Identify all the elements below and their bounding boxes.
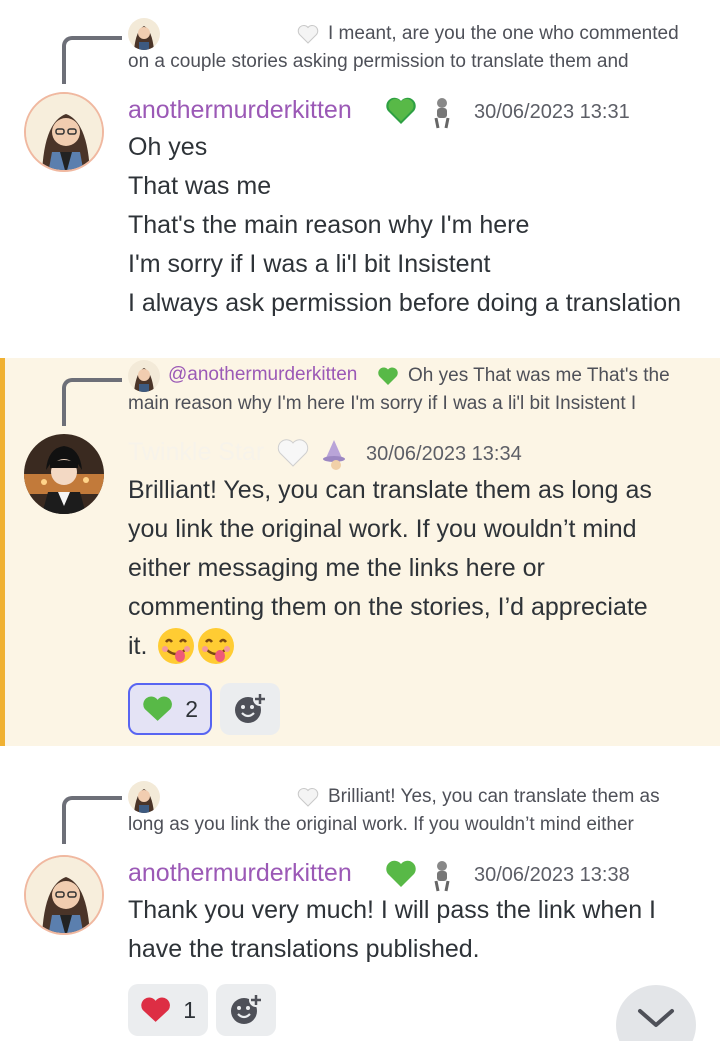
message-timestamp: 30/06/2023 13:31 xyxy=(474,101,630,123)
avatar[interactable] xyxy=(24,92,104,172)
chevron-down-icon xyxy=(638,1009,674,1027)
message-line: Brilliant! Yes, you can translate them a… xyxy=(128,476,652,504)
reaction-green-heart[interactable]: 2 xyxy=(128,683,212,735)
green-heart-icon xyxy=(386,860,416,887)
message-line: either messaging me the links here or xyxy=(128,554,545,582)
reaction-red-heart[interactable]: 1 xyxy=(128,984,208,1036)
message-timestamp: 30/06/2023 13:38 xyxy=(474,864,630,886)
add-reaction-button[interactable] xyxy=(216,984,276,1036)
wizard-icon xyxy=(323,440,345,470)
message-author[interactable]: anothermurderkitten xyxy=(128,96,352,125)
reaction-count: 2 xyxy=(185,695,198,722)
message-line: it. xyxy=(128,632,148,660)
message-line: Oh yes xyxy=(128,133,208,161)
skull-figure-icon xyxy=(434,861,450,892)
message-3[interactable]: Brilliant! Yes, you can translate them a… xyxy=(0,750,720,1041)
message-2-highlighted[interactable]: @anothermurderkitten Oh yes That was me … xyxy=(0,358,720,746)
message-line: Thank you very much! I will pass the lin… xyxy=(128,896,657,924)
message-line: you link the original work. If you would… xyxy=(128,515,637,543)
add-reaction-icon xyxy=(231,993,263,1024)
reaction-count: 1 xyxy=(183,996,196,1023)
message-line: I always ask permission before doing a t… xyxy=(128,289,682,317)
green-heart-icon xyxy=(143,696,172,721)
reply-connector xyxy=(62,36,122,84)
message-line: That was me xyxy=(128,172,272,200)
reply-preview-text[interactable]: Brilliant! Yes, you can translate them a… xyxy=(128,783,688,839)
green-heart-icon xyxy=(386,97,416,124)
reply-connector xyxy=(62,378,122,426)
message-author[interactable]: Twinkle Star xyxy=(128,438,264,467)
reply-preview-text[interactable]: Oh yes That was me That's the main reaso… xyxy=(128,362,688,418)
reply-connector xyxy=(62,796,122,844)
message-line: commenting them on the stories, I’d appr… xyxy=(128,593,648,621)
message-line: have the translations published. xyxy=(128,935,480,963)
red-heart-icon xyxy=(141,997,170,1022)
yum-face-emoji xyxy=(198,628,234,664)
yum-face-emoji xyxy=(158,628,194,664)
message-line: I'm sorry if I was a li'l bit Insistent xyxy=(128,250,491,278)
white-heart-icon xyxy=(277,439,309,467)
message-1[interactable]: I meant, are you the one who commented o… xyxy=(0,0,720,350)
avatar[interactable] xyxy=(24,855,104,935)
add-reaction-button[interactable] xyxy=(220,683,280,735)
message-timestamp: 30/06/2023 13:34 xyxy=(366,443,522,465)
message-author[interactable]: anothermurderkitten xyxy=(128,859,352,888)
skull-figure-icon xyxy=(434,98,450,129)
add-reaction-icon xyxy=(235,692,267,723)
avatar[interactable] xyxy=(24,434,104,514)
reply-preview-text[interactable]: I meant, are you the one who commented o… xyxy=(128,20,688,76)
message-line: That's the main reason why I'm here xyxy=(128,211,530,239)
